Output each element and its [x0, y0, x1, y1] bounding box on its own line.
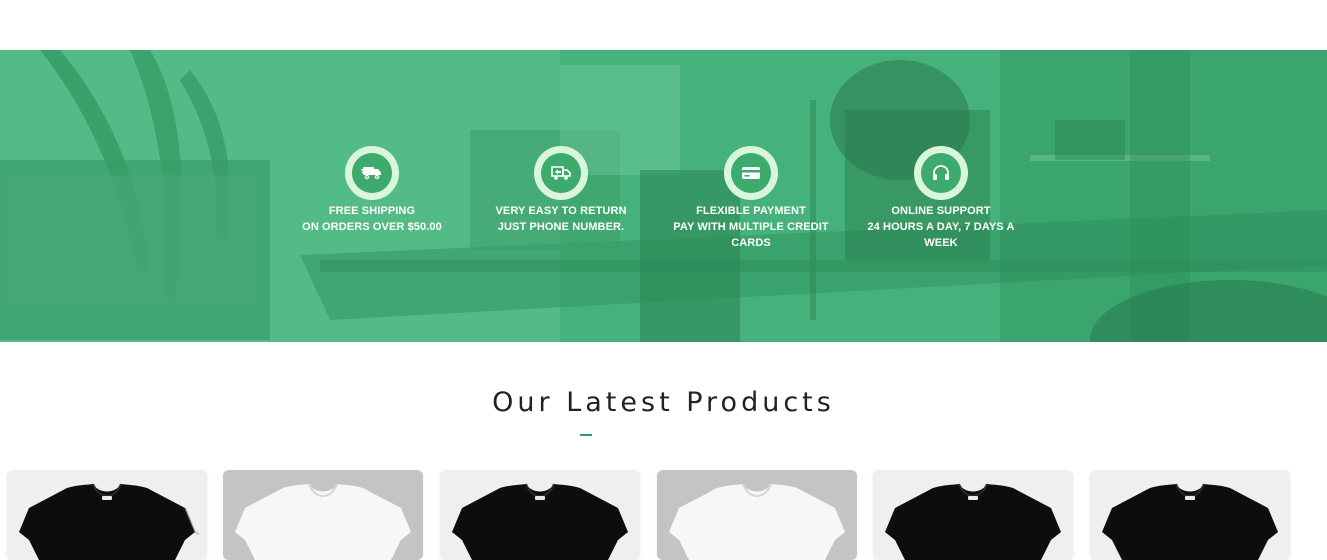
feature-icon-ring: [534, 146, 588, 200]
black-tshirt-image: [19, 483, 200, 560]
section-title: Our Latest Products: [492, 387, 835, 418]
feature-icon-ring: [724, 146, 778, 200]
features-banner: FREE SHIPPING ON ORDERS OVER $50.00 VERY…: [0, 50, 1327, 342]
feature-subtitle: 24 HOURS A DAY, 7 DAYS A WEEK: [867, 221, 1015, 249]
white-tshirt-image: [235, 483, 411, 560]
feature-free-shipping: FREE SHIPPING ON ORDERS OVER $50.00: [277, 146, 467, 235]
truck-icon: [361, 167, 381, 180]
credit-card-icon: [742, 167, 760, 179]
black-tshirt-image: [452, 483, 628, 560]
feature-subtitle: PAY WITH MULTIPLE CREDIT CARDS: [673, 221, 829, 249]
product-card[interactable]: [440, 470, 640, 560]
feature-flexible-payment: FLEXIBLE PAYMENT PAY WITH MULTIPLE CREDI…: [656, 146, 846, 251]
white-tshirt-image: [669, 483, 845, 560]
black-tshirt-image: [885, 483, 1061, 560]
title-underline: [580, 434, 592, 436]
feature-subtitle: JUST PHONE NUMBER.: [497, 221, 625, 233]
features-list: FREE SHIPPING ON ORDERS OVER $50.00 VERY…: [0, 50, 1327, 342]
headphones-icon: [933, 165, 949, 180]
feature-subtitle: ON ORDERS OVER $50.00: [302, 221, 442, 233]
product-card[interactable]: [7, 470, 207, 560]
feature-icon-ring: [345, 146, 399, 200]
black-tshirt-image: [1102, 483, 1278, 560]
product-card[interactable]: [873, 470, 1073, 560]
product-card[interactable]: [657, 470, 857, 560]
feature-title: FREE SHIPPING: [328, 205, 416, 217]
feature-online-support: ONLINE SUPPORT 24 HOURS A DAY, 7 DAYS A …: [846, 146, 1036, 251]
return-truck-icon: [551, 166, 571, 180]
feature-title: ONLINE SUPPORT: [891, 205, 991, 217]
product-card[interactable]: [1090, 470, 1290, 560]
feature-easy-return: VERY EASY TO RETURN JUST PHONE NUMBER.: [466, 146, 656, 235]
product-card[interactable]: [223, 470, 423, 560]
feature-title: FLEXIBLE PAYMENT: [696, 205, 806, 217]
feature-title: VERY EASY TO RETURN: [495, 205, 627, 217]
feature-icon-ring: [914, 146, 968, 200]
